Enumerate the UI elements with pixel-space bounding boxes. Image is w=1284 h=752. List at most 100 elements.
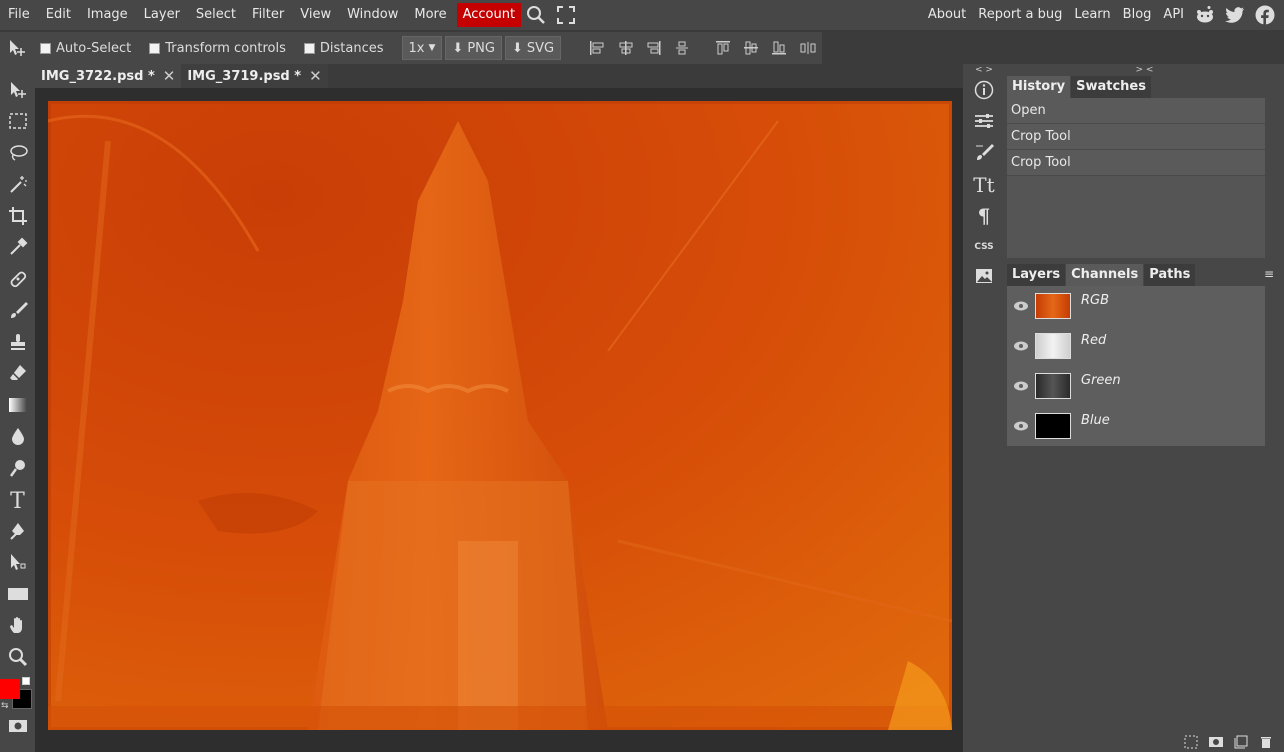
adjustments-panel-button[interactable] bbox=[963, 107, 1005, 138]
menu-image[interactable]: Image bbox=[79, 0, 136, 30]
canvas-area[interactable] bbox=[35, 88, 963, 752]
channel-row-red[interactable]: Red bbox=[1007, 326, 1265, 366]
close-icon[interactable]: ✕ bbox=[163, 67, 176, 85]
link-about[interactable]: About bbox=[922, 0, 972, 30]
auto-select-box[interactable] bbox=[40, 42, 52, 54]
menu-filter[interactable]: Filter bbox=[244, 0, 292, 30]
align-top-icon[interactable] bbox=[709, 40, 737, 56]
image-panel-button[interactable] bbox=[963, 262, 1005, 293]
link-learn[interactable]: Learn bbox=[1068, 0, 1116, 30]
healing-tool[interactable] bbox=[0, 265, 35, 297]
document-canvas[interactable] bbox=[48, 101, 952, 730]
link-report-bug[interactable]: Report a bug bbox=[972, 0, 1068, 30]
default-colors-icon[interactable] bbox=[22, 676, 30, 685]
tab-paths[interactable]: Paths bbox=[1144, 264, 1196, 286]
panel-menu-icon[interactable]: ≡ bbox=[1264, 267, 1274, 281]
account-button[interactable]: Account bbox=[456, 3, 522, 27]
character-panel-button[interactable]: Tt bbox=[963, 169, 1005, 200]
link-blog[interactable]: Blog bbox=[1117, 0, 1158, 30]
magic-wand-tool[interactable] bbox=[0, 171, 35, 203]
align-center-icon[interactable] bbox=[611, 40, 639, 56]
brush-tool[interactable] bbox=[0, 297, 35, 329]
eyedropper-tool[interactable] bbox=[0, 234, 35, 266]
color-swatches[interactable]: ⇆ bbox=[0, 675, 35, 713]
reddit-icon[interactable] bbox=[1194, 4, 1216, 26]
brush-panel-button[interactable] bbox=[963, 138, 1005, 169]
css-label: CSS bbox=[974, 241, 994, 252]
eye-icon[interactable] bbox=[1007, 381, 1035, 391]
path-select-tool[interactable] bbox=[0, 549, 35, 581]
move-tool[interactable] bbox=[0, 76, 35, 108]
tab-channels[interactable]: Channels bbox=[1066, 264, 1144, 286]
distances-checkbox[interactable]: Distances bbox=[303, 41, 384, 56]
align-bottom-icon[interactable] bbox=[765, 40, 793, 56]
menu-more[interactable]: More bbox=[406, 0, 454, 30]
paragraph-panel-button[interactable]: ¶ bbox=[963, 200, 1005, 231]
info-panel-button[interactable] bbox=[963, 76, 1005, 107]
transform-controls-checkbox[interactable]: Transform controls bbox=[149, 41, 286, 56]
channel-row-rgb[interactable]: RGB bbox=[1007, 286, 1265, 326]
distances-box[interactable] bbox=[303, 42, 315, 54]
facebook-icon[interactable] bbox=[1254, 4, 1276, 26]
menu-select[interactable]: Select bbox=[188, 0, 244, 30]
trash-icon[interactable] bbox=[1253, 734, 1278, 750]
marquee-tool[interactable] bbox=[0, 108, 35, 140]
swap-colors-icon[interactable]: ⇆ bbox=[1, 701, 9, 711]
collapse-right-toggle[interactable]: > < bbox=[1005, 64, 1284, 76]
tab-img-3719[interactable]: IMG_3719.psd * ✕ bbox=[181, 64, 328, 88]
eye-icon[interactable] bbox=[1007, 301, 1035, 311]
export-png-button[interactable]: ⬇ PNG bbox=[445, 36, 502, 60]
gradient-tool[interactable] bbox=[0, 391, 35, 423]
close-icon[interactable]: ✕ bbox=[309, 67, 322, 85]
transform-controls-box[interactable] bbox=[149, 42, 161, 54]
history-item[interactable]: Open bbox=[1007, 98, 1265, 124]
type-tool[interactable]: T bbox=[0, 486, 35, 518]
blur-tool[interactable] bbox=[0, 423, 35, 455]
menu-file[interactable]: File bbox=[0, 0, 38, 30]
foreground-color-swatch[interactable] bbox=[0, 678, 20, 699]
align-right-icon[interactable] bbox=[640, 40, 668, 56]
align-middle-icon[interactable] bbox=[737, 40, 765, 56]
mask-icon[interactable] bbox=[1203, 734, 1228, 750]
twitter-icon[interactable] bbox=[1224, 4, 1246, 26]
clone-stamp-tool[interactable] bbox=[0, 328, 35, 360]
eye-icon[interactable] bbox=[1007, 421, 1035, 431]
lasso-tool[interactable] bbox=[0, 139, 35, 171]
css-panel-button[interactable]: CSS bbox=[963, 231, 1005, 262]
eye-icon[interactable] bbox=[1007, 341, 1035, 351]
distribute-v-icon[interactable] bbox=[794, 40, 822, 56]
zoom-tool[interactable] bbox=[0, 643, 35, 675]
menu-window[interactable]: Window bbox=[339, 0, 406, 30]
shape-tool[interactable] bbox=[0, 580, 35, 612]
menu-view[interactable]: View bbox=[292, 0, 339, 30]
align-left-icon[interactable] bbox=[583, 40, 611, 56]
pen-tool[interactable] bbox=[0, 517, 35, 549]
dodge-tool[interactable] bbox=[0, 454, 35, 486]
auto-select-checkbox[interactable]: Auto-Select bbox=[40, 41, 131, 56]
eraser-tool[interactable] bbox=[0, 360, 35, 392]
menu-edit[interactable]: Edit bbox=[38, 0, 79, 30]
collapse-mid-toggle[interactable]: < > bbox=[963, 64, 1005, 76]
tab-layers[interactable]: Layers bbox=[1007, 264, 1066, 286]
export-svg-button[interactable]: ⬇ SVG bbox=[504, 36, 562, 60]
zoom-select[interactable]: 1x ▼ bbox=[401, 36, 443, 60]
channel-row-blue[interactable]: Blue bbox=[1007, 406, 1265, 446]
link-api[interactable]: API bbox=[1157, 0, 1190, 30]
distribute-h-icon[interactable] bbox=[668, 40, 696, 56]
crop-tool[interactable] bbox=[0, 202, 35, 234]
tab-img-3722[interactable]: IMG_3722.psd * ✕ bbox=[35, 64, 182, 88]
history-item[interactable]: Crop Tool bbox=[1007, 150, 1265, 176]
search-icon[interactable] bbox=[525, 4, 547, 26]
channel-row-green[interactable]: Green bbox=[1007, 366, 1265, 406]
menu-layer[interactable]: Layer bbox=[136, 0, 188, 30]
quick-mask-tool[interactable] bbox=[0, 713, 35, 745]
history-item[interactable]: Crop Tool bbox=[1007, 124, 1265, 150]
tab-swatches[interactable]: Swatches bbox=[1071, 76, 1151, 98]
hand-tool[interactable] bbox=[0, 612, 35, 644]
new-channel-icon[interactable] bbox=[1228, 734, 1253, 750]
selection-icon[interactable] bbox=[1178, 734, 1203, 750]
tab-history[interactable]: History bbox=[1007, 76, 1071, 98]
move-tool-icon[interactable] bbox=[0, 38, 34, 58]
rectangle-icon bbox=[7, 586, 29, 606]
fullscreen-icon[interactable] bbox=[555, 4, 577, 26]
